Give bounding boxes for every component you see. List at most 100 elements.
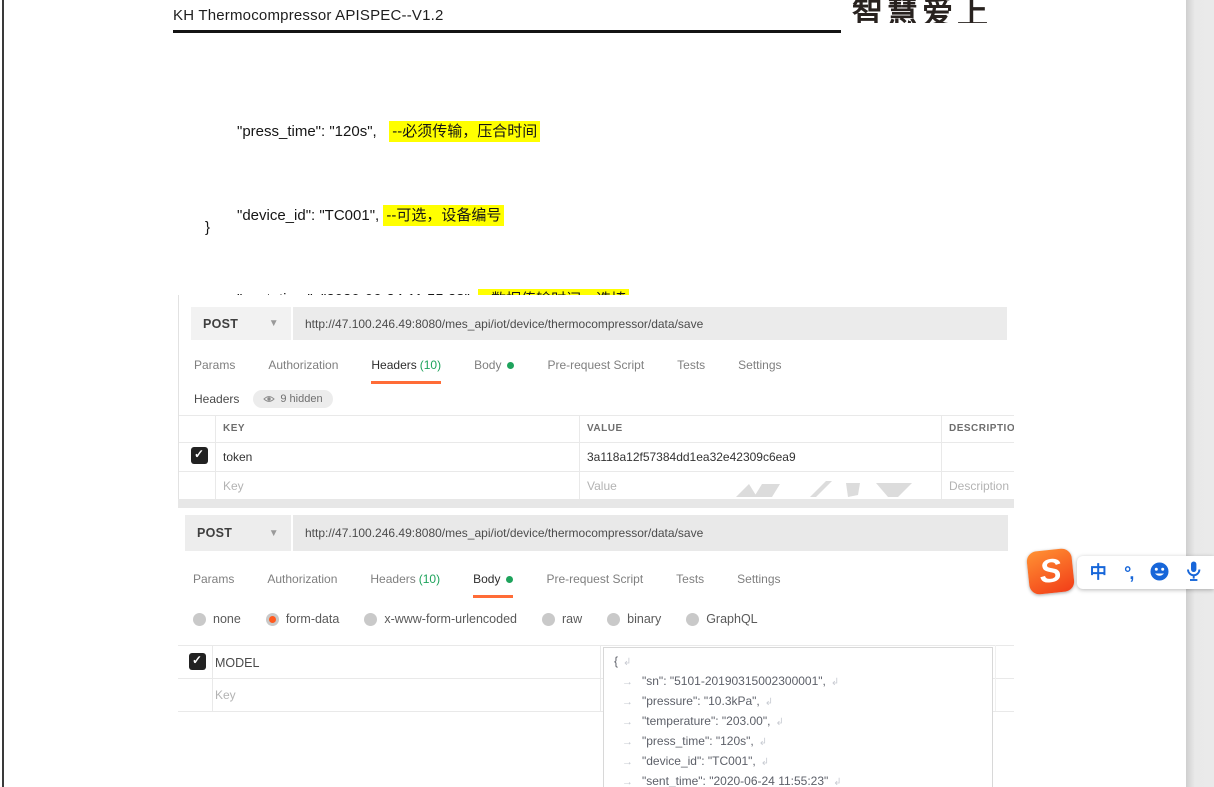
tab-settings[interactable]: Settings xyxy=(738,358,781,384)
body-key-cell[interactable]: MODEL xyxy=(215,656,259,670)
postman-screenshot-headers: POST ▼ http://47.100.246.49:8080/mes_api… xyxy=(178,295,1014,499)
header-value-cell[interactable]: 3a118a12f57384dd1ea32e42309c6ea9 xyxy=(587,450,796,464)
method-label: POST xyxy=(203,317,238,331)
tab-tests[interactable]: Tests xyxy=(676,572,704,598)
tab-label: Body xyxy=(474,358,501,372)
method-label: POST xyxy=(197,526,232,540)
tab-headers[interactable]: Headers (10) xyxy=(371,358,441,384)
microphone-icon xyxy=(1186,561,1201,582)
ime-chinese-mode-button[interactable]: 中 xyxy=(1090,564,1107,581)
company-logo: 智慧爱上 xyxy=(852,0,1042,23)
key-placeholder[interactable]: Key xyxy=(215,688,236,702)
column-header-description: DESCRIPTION xyxy=(949,423,1014,434)
highlighted-comment: --必须传输，压合时间 xyxy=(389,121,540,142)
request-tabs: Params Authorization Headers(10) Body Pr… xyxy=(193,572,781,598)
tab-body[interactable]: Body xyxy=(474,358,514,384)
tab-label: Body xyxy=(473,572,500,586)
tab-pre-request-script[interactable]: Pre-request Script xyxy=(547,358,644,384)
tab-label: Headers xyxy=(370,572,415,586)
tab-label: Tests xyxy=(676,572,704,586)
body-type-form-data-selected[interactable]: form-data xyxy=(266,612,340,626)
chevron-down-icon: ▼ xyxy=(269,528,279,539)
body-type-selector: none form-data x-www-form-urlencoded raw… xyxy=(193,612,758,626)
table-border xyxy=(178,645,1014,646)
method-dropdown[interactable]: POST ▼ xyxy=(185,515,291,551)
radio-icon xyxy=(542,613,555,626)
tab-pre-request-script[interactable]: Pre-request Script xyxy=(546,572,643,598)
tab-authorization[interactable]: Authorization xyxy=(267,572,337,598)
column-header-value: VALUE xyxy=(587,423,623,434)
url-input[interactable]: http://47.100.246.49:8080/mes_api/iot/de… xyxy=(293,515,1008,551)
radio-label: binary xyxy=(627,612,661,626)
tab-label: Headers xyxy=(371,358,416,372)
smiley-icon xyxy=(1150,562,1169,581)
title-underline xyxy=(173,30,841,33)
ime-toolbar: 中 °, xyxy=(1077,556,1214,589)
body-type-none[interactable]: none xyxy=(193,612,241,626)
company-logo-text: 智慧爱上 xyxy=(852,0,1042,23)
document-title: KH Thermocompressor APISPEC--V1.2 xyxy=(173,7,444,24)
code-line: "device_id": "TC001", --可选，设备编号 xyxy=(237,202,818,230)
ime-emoji-button[interactable] xyxy=(1150,562,1169,584)
method-dropdown[interactable]: POST ▼ xyxy=(191,307,291,340)
screenshot-divider-strip xyxy=(178,499,1014,508)
json-line: { xyxy=(614,652,982,672)
radio-label: x-www-form-urlencoded xyxy=(384,612,517,626)
tab-label: Settings xyxy=(738,358,781,372)
body-type-urlencoded[interactable]: x-www-form-urlencoded xyxy=(364,612,517,626)
closing-brace: } xyxy=(205,219,210,236)
radio-icon xyxy=(364,613,377,626)
tab-settings[interactable]: Settings xyxy=(737,572,780,598)
page-edge-scroll-area xyxy=(1186,0,1214,787)
body-active-dot xyxy=(507,362,514,369)
headers-count-badge: (10) xyxy=(420,358,441,372)
value-placeholder[interactable]: Value xyxy=(587,479,617,493)
request-tabs: Params Authorization Headers (10) Body Pr… xyxy=(194,358,782,384)
hidden-count-label: 9 hidden xyxy=(280,393,322,405)
body-type-raw[interactable]: raw xyxy=(542,612,582,626)
key-placeholder[interactable]: Key xyxy=(223,479,244,493)
tab-headers[interactable]: Headers(10) xyxy=(370,572,440,598)
row-checkbox-checked[interactable] xyxy=(191,447,208,464)
body-type-binary[interactable]: binary xyxy=(607,612,661,626)
tab-params[interactable]: Params xyxy=(193,572,234,598)
radio-label: none xyxy=(213,612,241,626)
highlighted-comment: --可选，设备编号 xyxy=(383,205,504,226)
radio-icon xyxy=(686,613,699,626)
body-type-graphql[interactable]: GraphQL xyxy=(686,612,757,626)
column-divider xyxy=(995,645,996,711)
header-key-cell[interactable]: token xyxy=(223,450,252,464)
radio-label: raw xyxy=(562,612,582,626)
tab-tests[interactable]: Tests xyxy=(677,358,705,384)
request-url: http://47.100.246.49:8080/mes_api/iot/de… xyxy=(305,526,703,540)
ime-punctuation-button[interactable]: °, xyxy=(1124,564,1132,582)
column-divider xyxy=(600,645,601,711)
code-text: "device_id": "TC001", xyxy=(237,207,383,224)
table-border xyxy=(179,471,1014,472)
hidden-headers-toggle[interactable]: 9 hidden xyxy=(253,390,332,408)
model-value-json-popup[interactable]: { "sn": "5101-20190315002300001", "press… xyxy=(603,647,993,787)
json-line: "temperature": "203.00", xyxy=(614,712,982,732)
row-checkbox-checked[interactable] xyxy=(189,653,206,670)
chevron-down-icon: ▼ xyxy=(269,318,279,329)
json-line: "sent_time": "2020-06-24 11:55:23" xyxy=(614,772,982,787)
json-line: "device_id": "TC001", xyxy=(614,752,982,772)
tab-label: Tests xyxy=(677,358,705,372)
headers-section-label: Headers xyxy=(194,392,239,406)
table-border xyxy=(179,415,1014,416)
sogou-ime-logo[interactable]: S xyxy=(1026,548,1075,595)
tab-authorization[interactable]: Authorization xyxy=(268,358,338,384)
request-url: http://47.100.246.49:8080/mes_api/iot/de… xyxy=(305,317,703,331)
tab-body[interactable]: Body xyxy=(473,572,513,598)
tab-label: Settings xyxy=(737,572,780,586)
screenshot-root: KH Thermocompressor APISPEC--V1.2 智慧爱上 "… xyxy=(0,0,1214,787)
column-divider xyxy=(215,415,216,499)
tab-label: Pre-request Script xyxy=(546,572,643,586)
tab-label: Authorization xyxy=(267,572,337,586)
json-line: "sn": "5101-20190315002300001", xyxy=(614,672,982,692)
ime-voice-button[interactable] xyxy=(1186,561,1201,585)
tab-label: Params xyxy=(194,358,235,372)
tab-params[interactable]: Params xyxy=(194,358,235,384)
url-input[interactable]: http://47.100.246.49:8080/mes_api/iot/de… xyxy=(293,307,1007,340)
column-divider xyxy=(579,415,580,499)
